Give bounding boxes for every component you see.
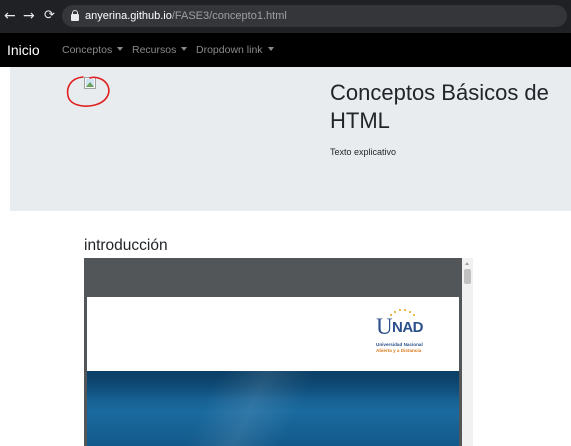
navbar-brand[interactable]: Inicio (7, 42, 40, 58)
url-domain: anyerina.github.io (85, 10, 172, 22)
pdf-viewer-toolbar (84, 258, 462, 296)
scrollbar-thumb[interactable] (464, 269, 471, 284)
unad-logo: U NAD Universidad Nacional Abierta y a D… (374, 308, 446, 358)
caret-down-icon (267, 47, 274, 51)
nav-item-label: Recursos (132, 44, 177, 56)
lock-icon[interactable] (71, 10, 79, 21)
nav-item-label: Conceptos (62, 44, 113, 56)
scrollbar[interactable] (462, 258, 473, 446)
scroll-up-icon[interactable] (465, 262, 469, 265)
nav-item-dropdown-link[interactable]: Dropdown link (196, 44, 274, 57)
nav-item-conceptos[interactable]: Conceptos (62, 44, 124, 57)
reload-icon[interactable]: ⟳ (44, 7, 55, 25)
section-heading: introducción (84, 237, 168, 254)
page-subtitle: Texto explicativo (330, 147, 397, 157)
nav-item-recursos[interactable]: Recursos (132, 44, 188, 57)
page-title: Conceptos Básicos de HTML (330, 80, 549, 133)
red-circle-annotation (66, 76, 110, 107)
site-navbar: Inicio Conceptos Recursos Dropdown link (0, 33, 571, 67)
caret-down-icon (117, 47, 124, 51)
pdf-cover-background (87, 371, 459, 446)
logo-line-1: Universidad Nacional (376, 342, 423, 347)
logo-letters-nad: NAD (392, 319, 424, 336)
browser-toolbar: ← → ⟳ anyerina.github.io/FASE3/concepto1… (0, 0, 571, 33)
pdf-page: U NAD Universidad Nacional Abierta y a D… (87, 297, 459, 446)
embedded-pdf-viewer[interactable]: U NAD Universidad Nacional Abierta y a D… (84, 258, 462, 446)
logo-letter-u: U (376, 314, 393, 339)
address-bar[interactable]: anyerina.github.io/FASE3/concepto1.html (62, 5, 567, 27)
back-arrow-icon[interactable]: ← (4, 7, 16, 25)
nav-item-label: Dropdown link (196, 44, 263, 56)
url-text[interactable]: anyerina.github.io/FASE3/concepto1.html (85, 9, 287, 23)
forward-arrow-icon[interactable]: → (23, 7, 35, 25)
url-path: /FASE3/concepto1.html (171, 10, 287, 22)
caret-down-icon (181, 47, 188, 51)
logo-line-2: Abierta y a Distancia (376, 348, 422, 353)
